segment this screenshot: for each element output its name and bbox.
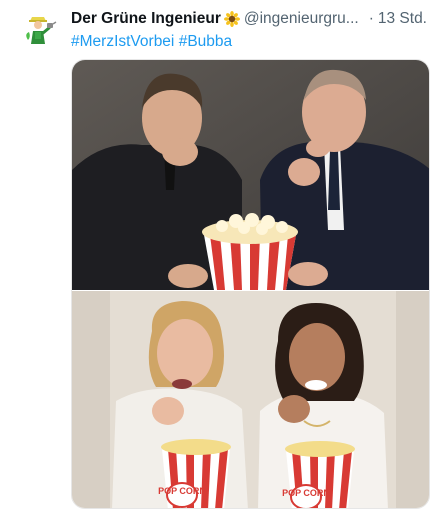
popcorn-label-right: POP CORN xyxy=(282,488,330,498)
hashtag-link[interactable]: #Bubba xyxy=(179,33,232,50)
hashtag-link[interactable]: #MerzIstVorbei xyxy=(71,33,174,50)
author-display-name[interactable]: Der Grüne Ingenieur xyxy=(71,9,221,29)
time-separator: · xyxy=(368,10,374,27)
tweet-header: Der Grüne Ingenieur @ingenieurgru... · 1… xyxy=(71,9,439,29)
sunflower-icon xyxy=(223,11,240,27)
tweet[interactable]: Der Grüne Ingenieur @ingenieurgru... · 1… xyxy=(0,0,445,517)
author-avatar[interactable] xyxy=(18,10,58,50)
media-image-bottom[interactable]: POP CORN POP CORN xyxy=(72,291,430,509)
tweet-text: #MerzIstVorbei #Bubba xyxy=(71,32,232,52)
tweet-timestamp[interactable]: 13 Std. xyxy=(378,9,427,29)
tweet-media[interactable]: POP CORN POP CORN xyxy=(71,59,430,509)
media-image-top[interactable] xyxy=(72,60,430,290)
author-handle[interactable]: @ingenieurgru... xyxy=(244,9,359,29)
popcorn-label-left: POP CORN xyxy=(158,486,206,496)
gardener-avatar-icon xyxy=(18,10,58,50)
